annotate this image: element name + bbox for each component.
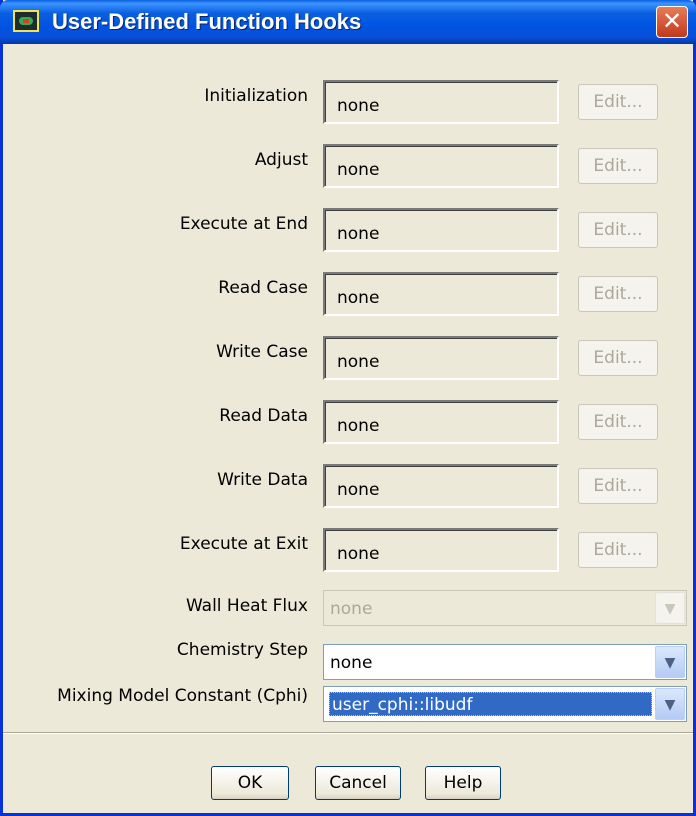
cancel-button[interactable]: Cancel <box>315 766 401 800</box>
close-button[interactable]: ✕ <box>656 6 688 38</box>
chemistry-step-value: none <box>330 653 373 673</box>
hook-field-write-data: none <box>323 464 559 508</box>
edit-button-read-case[interactable]: Edit... <box>578 276 658 312</box>
chevron-down-icon[interactable]: ▼ <box>655 688 685 720</box>
chemistry-step-dropdown[interactable]: none ▼ <box>323 644 687 680</box>
app-icon <box>13 10 39 32</box>
hook-field-write-case: none <box>323 336 559 380</box>
hook-field-read-data: none <box>323 400 559 444</box>
hook-field-initialization: none <box>323 80 559 124</box>
help-button[interactable]: Help <box>425 766 501 800</box>
udf-hooks-dialog: User-Defined Function Hooks ✕ Initializa… <box>0 0 696 816</box>
mixing-model-constant-label: Mixing Model Constant (Cphi) <box>57 686 308 706</box>
hook-label-execute-at-exit: Execute at Exit <box>179 534 308 554</box>
hook-label-initialization: Initialization <box>204 86 308 106</box>
hook-field-adjust: none <box>323 144 559 188</box>
mixing-model-constant-dropdown[interactable]: user_cphi::libudf ▼ <box>323 686 687 722</box>
edit-button-adjust[interactable]: Edit... <box>578 148 658 184</box>
footer-divider <box>3 732 693 734</box>
chemistry-step-label: Chemistry Step <box>176 640 308 660</box>
hook-label-adjust: Adjust <box>254 150 308 170</box>
edit-button-execute-at-exit[interactable]: Edit... <box>578 532 658 568</box>
wall-heat-flux-label: Wall Heat Flux <box>185 596 308 616</box>
chevron-down-icon: ▼ <box>655 592 685 624</box>
hook-label-write-data: Write Data <box>217 470 308 490</box>
edit-button-read-data[interactable]: Edit... <box>578 404 658 440</box>
edit-button-initialization[interactable]: Edit... <box>578 84 658 120</box>
edit-button-write-case[interactable]: Edit... <box>578 340 658 376</box>
wall-heat-flux-dropdown: none ▼ <box>323 590 687 626</box>
close-icon: ✕ <box>661 7 683 35</box>
chevron-down-icon[interactable]: ▼ <box>655 646 685 678</box>
title-bar[interactable]: User-Defined Function Hooks ✕ <box>0 0 696 44</box>
edit-button-write-data[interactable]: Edit... <box>578 468 658 504</box>
window-title: User-Defined Function Hooks <box>52 9 362 34</box>
wall-heat-flux-value: none <box>330 599 373 619</box>
hook-label-write-case: Write Case <box>216 342 308 362</box>
hook-label-read-data: Read Data <box>219 406 308 426</box>
edit-button-execute-at-end[interactable]: Edit... <box>578 212 658 248</box>
mixing-model-constant-value: user_cphi::libudf <box>332 695 473 715</box>
hook-field-execute-at-end: none <box>323 208 559 252</box>
hook-field-read-case: none <box>323 272 559 316</box>
hook-label-read-case: Read Case <box>218 278 308 298</box>
selected-value-highlight: user_cphi::libudf <box>329 692 652 716</box>
hook-label-execute-at-end: Execute at End <box>179 214 308 234</box>
ok-button[interactable]: OK <box>211 766 289 800</box>
hook-field-execute-at-exit: none <box>323 528 559 572</box>
